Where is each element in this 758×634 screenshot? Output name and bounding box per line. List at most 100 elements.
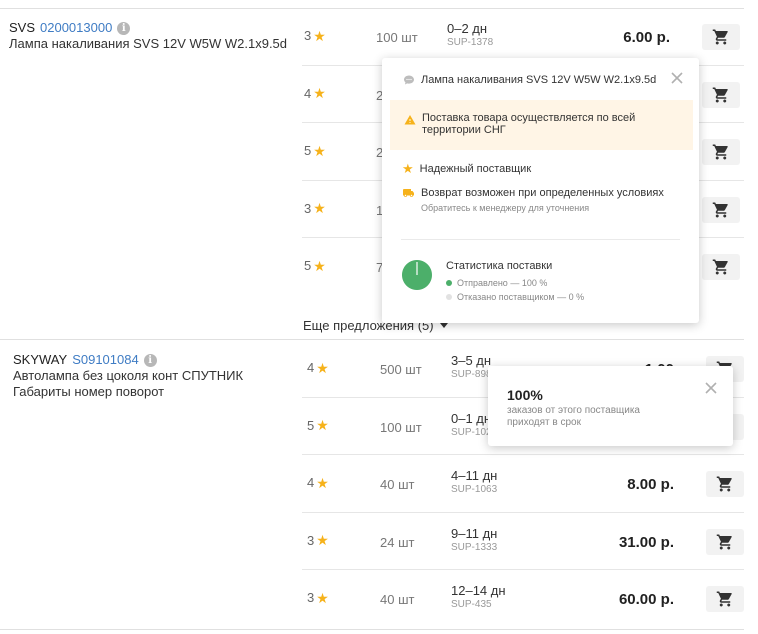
ontime-tooltip: 100% заказов от этого поставщика приходя… xyxy=(488,366,733,446)
return-text: Возврат возможен при определенных услови… xyxy=(421,187,664,199)
product-code-link[interactable]: 0200013000 xyxy=(40,20,112,36)
divider xyxy=(401,239,680,240)
cart-icon xyxy=(712,202,728,218)
supplier-rating[interactable]: 5 ★ xyxy=(304,258,326,273)
reliable-supplier: ★ Надежный поставщик xyxy=(402,162,679,175)
delivery-days: 12–14 дн xyxy=(451,583,506,599)
delivery-info: 3–5 дн SUP-898 xyxy=(451,353,492,381)
rating-value: 4 xyxy=(307,475,315,491)
supplier-code: SUP-1063 xyxy=(451,484,498,496)
rating-value: 3 xyxy=(307,590,315,606)
star-icon: ★ xyxy=(313,27,326,44)
supplier-code: SUP-1378 xyxy=(447,37,494,48)
offer-price: 8.00 р. xyxy=(627,476,674,494)
offer-quantity: 40 шт xyxy=(380,592,415,608)
supplier-info-popup: Лампа накаливания SVS 12V W5W W2.1x9.5d … xyxy=(382,58,699,323)
brand-row: SVS 0200013000 i xyxy=(9,20,299,36)
popup-title: Лампа накаливания SVS 12V W5W W2.1x9.5d xyxy=(421,74,657,86)
add-to-cart-button[interactable] xyxy=(702,196,740,223)
stats-legend: Статистика поставки Отправлено — 100 % О… xyxy=(446,260,584,302)
truck-icon xyxy=(403,189,414,197)
delivery-days: 0–2 дн xyxy=(447,21,488,36)
delivery-warning: Поставка товара осуществляется по всей т… xyxy=(390,100,693,150)
offer-quantity: 100 шт xyxy=(376,30,418,45)
close-tooltip-button[interactable] xyxy=(703,380,719,396)
delivery-info: 0–1 дн SUP-102 xyxy=(451,411,492,439)
divider xyxy=(0,629,744,630)
legend-sent: Отправлено — 100 % xyxy=(446,278,584,288)
delivery-info: 4–11 дн SUP-1063 xyxy=(451,468,497,496)
delivery-info: 12–14 дн SUP-435 xyxy=(451,583,506,611)
delivery-days: 4–11 дн xyxy=(451,468,498,484)
info-icon[interactable]: i xyxy=(117,21,131,35)
offer-quantity: 24 шт xyxy=(380,534,415,550)
add-to-cart-button[interactable] xyxy=(706,528,744,555)
delivery-stats: Статистика поставки Отправлено — 100 % О… xyxy=(402,260,584,302)
delivery-info: 0–2 дн SUP-1378 xyxy=(447,21,493,49)
add-to-cart-button[interactable] xyxy=(702,254,740,281)
rating-value: 3 xyxy=(304,200,312,216)
warning-text: Поставка товара осуществляется по всей т… xyxy=(422,112,636,136)
cart-icon xyxy=(712,29,728,45)
product-brand: SKYWAY xyxy=(13,352,68,367)
offer-price: 6.00 р. xyxy=(623,29,670,46)
star-icon: ★ xyxy=(316,589,329,606)
delivery-stats-pie xyxy=(402,260,432,290)
rating-value: 4 xyxy=(307,360,315,375)
offer-price: 31.00 р. xyxy=(618,533,674,551)
supplier-rating[interactable]: 4 ★ xyxy=(307,475,329,490)
star-icon: ★ xyxy=(313,257,326,274)
caret-down-icon xyxy=(439,323,448,328)
rating-value: 3 xyxy=(304,28,312,43)
add-to-cart-button[interactable] xyxy=(706,471,744,498)
info-icon[interactable]: i xyxy=(143,353,157,367)
return-policy: Возврат возможен при определенных услови… xyxy=(402,187,679,214)
star-icon: ★ xyxy=(316,474,329,491)
delivery-days: 3–5 дн xyxy=(451,353,492,368)
supplier-rating[interactable]: 5 ★ xyxy=(304,143,326,158)
refused-text: Отказано поставщиком — 0 % xyxy=(457,292,585,302)
close-popup-button[interactable] xyxy=(669,70,685,86)
star-icon: ★ xyxy=(313,142,326,159)
supplier-rating[interactable]: 3 ★ xyxy=(304,201,326,216)
rating-value: 5 xyxy=(304,258,312,274)
add-to-cart-button[interactable] xyxy=(702,139,740,166)
product-name: Лампа накаливания SVS 12V W5W W2.1x9.5d xyxy=(9,36,288,51)
offer-quantity: 40 шт xyxy=(380,477,415,493)
cart-icon xyxy=(712,87,728,103)
close-icon xyxy=(671,72,683,84)
offer-row: 3 ★ 100 шт 0–2 дн SUP-1378 6.00 р. xyxy=(302,8,744,66)
ontime-percent: 100% xyxy=(507,387,543,403)
dot-sent xyxy=(446,280,452,286)
add-to-cart-button[interactable] xyxy=(706,586,744,613)
cart-icon xyxy=(716,591,732,607)
cart-icon xyxy=(712,259,728,275)
star-icon: ★ xyxy=(316,417,329,434)
offer-row: 3 ★ 24 шт 9–11 дн SUP-1333 31.00 р. xyxy=(302,513,744,571)
add-to-cart-button[interactable] xyxy=(702,24,740,50)
delivery-days: 9–11 дн xyxy=(451,525,498,541)
star-icon: ★ xyxy=(316,532,329,549)
dot-refused xyxy=(446,294,452,300)
offer-quantity: 100 шт xyxy=(380,419,422,435)
close-icon xyxy=(705,382,717,394)
delivery-info: 9–11 дн SUP-1333 xyxy=(451,526,497,554)
stats-title: Статистика поставки xyxy=(446,260,553,272)
supplier-rating[interactable]: 5 ★ xyxy=(307,418,329,433)
offer-row: 3 ★ 40 шт 12–14 дн SUP-435 60.00 р. xyxy=(302,570,744,628)
ontime-text: заказов от этого поставщика приходят в с… xyxy=(507,405,640,428)
supplier-rating[interactable]: 3 ★ xyxy=(304,28,326,43)
supplier-code: SUP-435 xyxy=(451,599,492,611)
product-name: Автолампа без цоколя конт СПУТНИК Габари… xyxy=(13,368,244,399)
cart-icon xyxy=(716,476,732,492)
add-to-cart-button[interactable] xyxy=(702,81,740,108)
supplier-rating[interactable]: 3 ★ xyxy=(307,533,329,548)
legend-refused: Отказано поставщиком — 0 % xyxy=(446,292,584,302)
supplier-rating[interactable]: 4 ★ xyxy=(307,360,329,375)
product-info: SVS 0200013000 i Лампа накаливания SVS 1… xyxy=(9,20,299,52)
product-code-link[interactable]: S09101084 xyxy=(72,352,139,368)
cart-icon xyxy=(712,144,728,160)
supplier-rating[interactable]: 4 ★ xyxy=(304,86,326,101)
supplier-rating[interactable]: 3 ★ xyxy=(307,590,329,605)
star-icon: ★ xyxy=(313,85,326,102)
